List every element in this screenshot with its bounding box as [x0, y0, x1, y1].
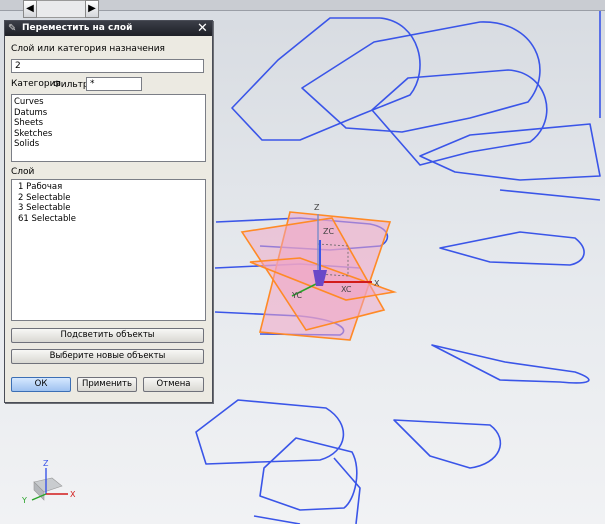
top-scroll-strip: ◀ ▶ [0, 0, 605, 18]
cancel-button[interactable]: Отмена [143, 377, 204, 392]
curve-leaf-2 [431, 344, 590, 384]
curve-profile-10 [259, 437, 358, 511]
triad-label-y: Y [21, 496, 27, 505]
view-triad: Z Y X [21, 459, 76, 505]
list-item[interactable]: Sheets [14, 118, 203, 129]
dialog-titlebar[interactable]: ✎ Переместить на слой ✕ [5, 21, 212, 36]
wcs-label-z: Z [314, 203, 320, 212]
layer-list[interactable]: 1 Рабочая 2 Selectable 3 Selectable 61 S… [11, 179, 206, 321]
filter-input[interactable]: * [86, 77, 142, 91]
curve-leaf-1 [439, 231, 585, 266]
curve-profile-13 [253, 515, 301, 524]
highlight-objects-button[interactable]: Подсветить объекты [11, 328, 204, 343]
scroll-left-button[interactable]: ◀ [23, 0, 37, 18]
apply-button[interactable]: Применить [77, 377, 137, 392]
wcs-label-x: X [374, 279, 380, 288]
triad-label-z: Z [43, 459, 49, 468]
wcs-label-xc: XC [341, 285, 352, 294]
list-item[interactable]: Datums [14, 108, 203, 119]
category-list[interactable]: Curves Datums Sheets Sketches Solids [11, 94, 206, 162]
list-item[interactable]: Sketches [14, 129, 203, 140]
layer-label: Слой [11, 167, 35, 177]
datum-planes [240, 211, 398, 341]
curve-profile-9 [195, 399, 345, 465]
list-item[interactable]: 1 Рабочая [18, 182, 203, 193]
scroll-track[interactable] [37, 0, 85, 18]
list-item[interactable]: 2 Selectable [18, 193, 203, 204]
list-item[interactable]: 61 Selectable [18, 214, 203, 225]
curves-group [195, 7, 601, 524]
curve-profile-12 [393, 419, 502, 469]
curve-profile-3 [371, 69, 548, 166]
curve-profile-5 [560, 7, 601, 118]
ok-button[interactable]: ОК [11, 377, 71, 392]
dialog-title: Переместить на слой [22, 23, 133, 33]
move-to-layer-dialog: ✎ Переместить на слой ✕ Слой или категор… [4, 20, 213, 403]
curve-profile-4 [419, 123, 601, 181]
wcs-label-yc: YC [291, 291, 302, 300]
wcs-label-zc: ZC [323, 227, 334, 236]
scroll-right-button[interactable]: ▶ [85, 0, 99, 18]
tool-icon: ✎ [8, 23, 17, 34]
curve-leaf-3 [499, 189, 601, 201]
list-item[interactable]: 3 Selectable [18, 203, 203, 214]
triad-label-x: X [70, 490, 76, 499]
list-item[interactable]: Solids [14, 139, 203, 150]
target-layer-input[interactable]: 2 [11, 59, 204, 73]
curve-profile-1 [231, 17, 421, 141]
list-item[interactable]: Curves [14, 97, 203, 108]
close-icon[interactable]: ✕ [196, 22, 209, 35]
filter-label: Фильтр [53, 80, 89, 90]
target-layer-label: Слой или категория назначения [11, 44, 165, 54]
select-new-objects-button[interactable]: Выберите новые объекты [11, 349, 204, 364]
